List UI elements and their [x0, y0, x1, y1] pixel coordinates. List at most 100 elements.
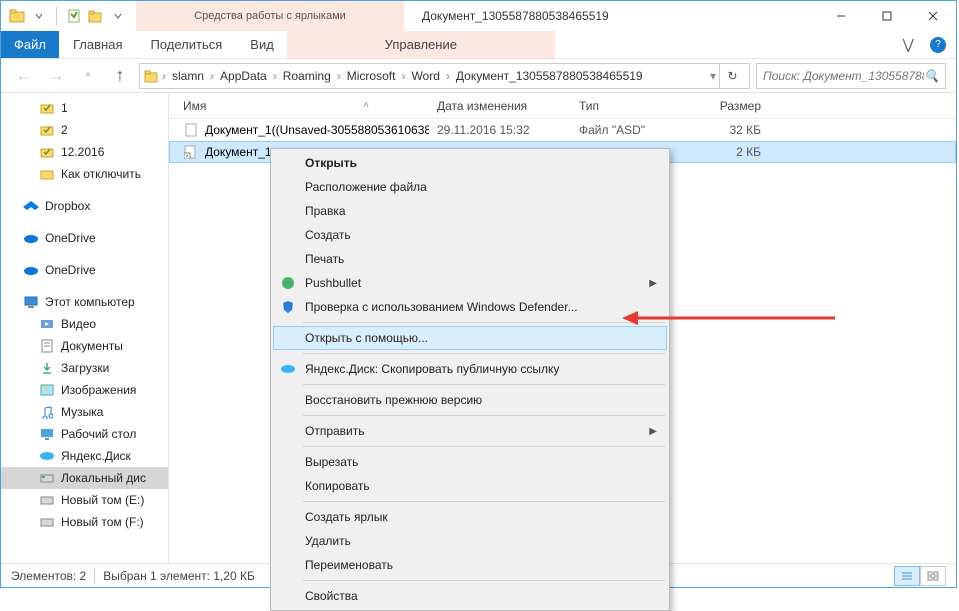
chevron-right-icon[interactable]: › [399, 69, 407, 83]
sidebar-item-thispc[interactable]: Этот компьютер [1, 291, 168, 313]
sidebar-item-qa[interactable]: 12.2016 [1, 141, 168, 163]
menu-label: Проверка с использованием Windows Defend… [305, 300, 578, 314]
sidebar-item-label: Dropbox [45, 199, 90, 213]
music-icon [39, 404, 55, 420]
menu-defender[interactable]: Проверка с использованием Windows Defend… [273, 295, 667, 319]
details-view-button[interactable] [894, 566, 920, 586]
chevron-right-icon[interactable]: › [208, 69, 216, 83]
file-icon [183, 122, 199, 138]
breadcrumb-item[interactable]: slamn [168, 69, 208, 83]
sidebar-item-onedrive[interactable]: OneDrive [1, 259, 168, 281]
menu-open[interactable]: Открыть [273, 151, 667, 175]
menu-label: Свойства [305, 589, 358, 603]
sidebar-item-pictures[interactable]: Изображения [1, 379, 168, 401]
file-type: Файл "ASD" [571, 123, 691, 137]
back-button[interactable]: ← [11, 63, 37, 89]
menu-edit[interactable]: Правка [273, 199, 667, 223]
sidebar-item-videos[interactable]: Видео [1, 313, 168, 335]
file-name: Документ_1((Unsaved-305588053610638... [205, 123, 429, 137]
sidebar-item-qa[interactable]: 1 [1, 97, 168, 119]
chevron-right-icon[interactable]: › [160, 69, 168, 83]
sidebar-item-volume-f[interactable]: Новый том (F:) [1, 511, 168, 533]
status-item-count: Элементов: 2 [11, 569, 86, 583]
sidebar-item-yandexdisk[interactable]: Яндекс.Диск [1, 445, 168, 467]
help-icon[interactable]: ? [930, 37, 946, 53]
menu-label: Расположение файла [305, 180, 427, 194]
menu-restore[interactable]: Восстановить прежнюю версию [273, 388, 667, 412]
sidebar-item-localdisk[interactable]: Локальный дис [1, 467, 168, 489]
down-arrow-icon[interactable] [31, 8, 47, 24]
sidebar-item-downloads[interactable]: Загрузки [1, 357, 168, 379]
tab-manage[interactable]: Управление [287, 31, 555, 58]
chevron-right-icon: ▶ [649, 426, 657, 437]
menu-pushbullet[interactable]: Pushbullet▶ [273, 271, 667, 295]
maximize-button[interactable] [864, 1, 910, 31]
breadcrumb-item[interactable]: AppData [216, 69, 271, 83]
chevron-right-icon[interactable]: › [271, 69, 279, 83]
chevron-right-icon[interactable]: › [444, 69, 452, 83]
menu-label: Правка [305, 204, 346, 218]
search-icon[interactable]: 🔍 [924, 69, 939, 83]
sidebar-item-qa[interactable]: Как отключить [1, 163, 168, 185]
menu-create[interactable]: Создать [273, 223, 667, 247]
column-type[interactable]: Тип [571, 99, 691, 113]
menu-properties[interactable]: Свойства [273, 584, 667, 608]
menu-label: Копировать [305, 479, 370, 493]
sidebar-item-volume-e[interactable]: Новый том (E:) [1, 489, 168, 511]
column-size[interactable]: Размер [691, 99, 771, 113]
breadcrumb[interactable]: › slamn› AppData› Roaming› Microsoft› Wo… [139, 63, 750, 89]
breadcrumb-item[interactable]: Roaming [279, 69, 335, 83]
menu-label: Вырезать [305, 455, 358, 469]
ribbon-expand-icon[interactable]: ⋁ [903, 36, 914, 53]
recent-locations-button[interactable]: ▾ [75, 63, 101, 89]
refresh-icon[interactable]: ↻ [719, 63, 745, 89]
tab-share[interactable]: Поделиться [136, 31, 236, 58]
sidebar-item-documents[interactable]: Документы [1, 335, 168, 357]
file-row[interactable]: Документ_1((Unsaved-305588053610638... 2… [169, 119, 956, 141]
menu-label: Создать ярлык [305, 510, 388, 524]
sidebar-item-desktop[interactable]: Рабочий стол [1, 423, 168, 445]
menu-copy[interactable]: Копировать [273, 474, 667, 498]
menu-label: Отправить [305, 424, 365, 438]
menu-delete[interactable]: Удалить [273, 529, 667, 553]
sidebar-item-dropbox[interactable]: Dropbox [1, 195, 168, 217]
menu-open-with[interactable]: Открыть с помощью... [273, 326, 667, 350]
menu-file-location[interactable]: Расположение файла [273, 175, 667, 199]
up-button[interactable]: ↑ [107, 63, 133, 89]
column-date[interactable]: Дата изменения [429, 99, 571, 113]
sidebar-item-music[interactable]: Музыка [1, 401, 168, 423]
sidebar-item-label: 1 [61, 101, 68, 115]
menu-create-shortcut[interactable]: Создать ярлык [273, 505, 667, 529]
tab-view[interactable]: Вид [236, 31, 288, 58]
folder-pinned-icon [39, 144, 55, 160]
search-box[interactable]: 🔍 [756, 63, 946, 89]
disk-icon [39, 470, 55, 486]
menu-rename[interactable]: Переименовать [273, 553, 667, 577]
new-folder-icon[interactable] [88, 8, 104, 24]
close-button[interactable] [910, 1, 956, 31]
icons-view-button[interactable] [920, 566, 946, 586]
downloads-icon [39, 360, 55, 376]
breadcrumb-item[interactable]: Документ_1305587880538465519 [452, 69, 647, 83]
properties-icon[interactable] [66, 8, 82, 24]
chevron-right-icon[interactable]: › [335, 69, 343, 83]
sidebar-item-onedrive[interactable]: OneDrive [1, 227, 168, 249]
menu-print[interactable]: Печать [273, 247, 667, 271]
tab-file[interactable]: Файл [1, 31, 59, 58]
down-arrow-icon[interactable] [110, 8, 126, 24]
menu-send-to[interactable]: Отправить ▶ [273, 419, 667, 443]
sidebar-item-qa[interactable]: 2 [1, 119, 168, 141]
minimize-button[interactable] [818, 1, 864, 31]
column-name[interactable]: Имя˄ [175, 99, 429, 113]
sidebar-item-label: Этот компьютер [45, 295, 135, 309]
search-input[interactable] [763, 69, 924, 83]
breadcrumb-item[interactable]: Microsoft [343, 69, 400, 83]
navigation-pane[interactable]: 1 2 12.2016 Как отключить Dropbox OneDri… [1, 93, 169, 563]
breadcrumb-item[interactable]: Word [407, 69, 443, 83]
menu-cut[interactable]: Вырезать [273, 450, 667, 474]
dropdown-icon[interactable]: ▾ [706, 69, 720, 83]
forward-button[interactable]: → [43, 63, 69, 89]
tab-home[interactable]: Главная [59, 31, 136, 58]
sidebar-item-label: Новый том (F:) [61, 515, 144, 529]
menu-yandex[interactable]: Яндекс.Диск: Скопировать публичную ссылк… [273, 357, 667, 381]
